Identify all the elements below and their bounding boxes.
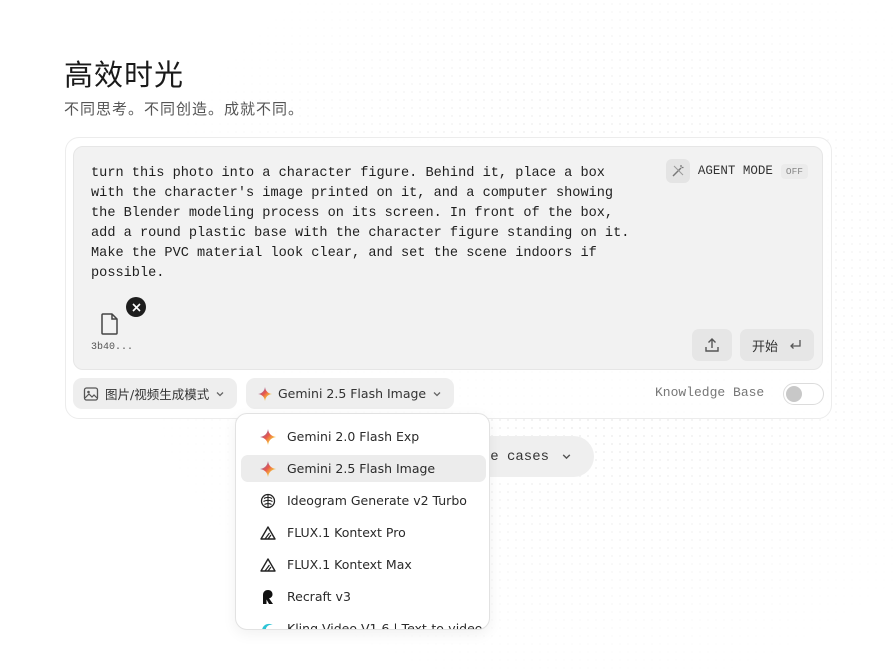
ideogram-icon bbox=[260, 493, 276, 508]
prompt-editor[interactable]: turn this photo into a character figure.… bbox=[73, 146, 823, 370]
model-option-kling-video-v1-6[interactable]: Kling Video V1.6 | Text-to-video bbox=[241, 615, 486, 630]
gemini-icon bbox=[260, 428, 276, 445]
model-option-gemini-2-5-flash-image[interactable]: Gemini 2.5 Flash Image bbox=[241, 455, 486, 482]
flux-icon bbox=[260, 557, 276, 572]
model-option-flux-1-kontext-pro[interactable]: FLUX.1 Kontext Pro bbox=[241, 519, 486, 546]
model-select-label: Gemini 2.5 Flash Image bbox=[278, 386, 427, 401]
start-label: 开始 bbox=[751, 339, 778, 355]
agent-mode-state: OFF bbox=[780, 163, 808, 179]
magic-wand-icon bbox=[665, 159, 690, 183]
page-title: 高效时光 bbox=[64, 58, 185, 92]
prompt-text[interactable]: turn this photo into a character figure.… bbox=[91, 164, 651, 284]
kling-icon bbox=[262, 623, 273, 629]
use-cases-label: e cases bbox=[490, 448, 549, 465]
model-option-flux-1-kontext-max[interactable]: FLUX.1 Kontext Max bbox=[241, 551, 486, 578]
chevron-down-icon bbox=[216, 391, 224, 396]
model-option-label: FLUX.1 Kontext Max bbox=[287, 557, 412, 572]
generation-mode-select[interactable]: 图片/视频生成模式 bbox=[73, 378, 238, 409]
knowledge-base-label: Knowledge Base bbox=[655, 385, 765, 400]
enter-icon bbox=[790, 340, 801, 349]
knowledge-base-toggle[interactable] bbox=[783, 383, 824, 405]
model-option-label: FLUX.1 Kontext Pro bbox=[287, 525, 406, 540]
model-option-label: Gemini 2.0 Flash Exp bbox=[287, 429, 420, 444]
page-subtitle: 不同思考。不同创造。成就不同。 bbox=[64, 100, 305, 118]
agent-mode-label: AGENT MODE bbox=[697, 164, 773, 178]
flux-icon bbox=[260, 525, 276, 540]
upload-button[interactable] bbox=[692, 329, 732, 361]
model-dropdown-menu: Gemini 2.0 Flash Exp Gemini 2.5 Flash Im… bbox=[235, 413, 490, 630]
model-option-label: Recraft v3 bbox=[287, 589, 351, 604]
model-option-label: Kling Video V1.6 | Text-to-video bbox=[287, 621, 483, 630]
model-option-label: Ideogram Generate v2 Turbo bbox=[287, 493, 467, 508]
image-icon bbox=[83, 386, 99, 401]
gemini-icon bbox=[258, 386, 272, 401]
attachment-chip[interactable]: 3b40... bbox=[91, 312, 134, 353]
toggle-knob bbox=[786, 386, 802, 402]
start-button[interactable]: 开始 bbox=[740, 329, 814, 361]
remove-attachment-close-icon[interactable] bbox=[126, 297, 146, 317]
attachment-name: 3b40... bbox=[91, 342, 134, 353]
model-option-label: Gemini 2.5 Flash Image bbox=[287, 461, 436, 476]
generation-mode-label: 图片/视频生成模式 bbox=[105, 387, 210, 402]
agent-mode-toggle[interactable]: AGENT MODE OFF bbox=[665, 159, 808, 183]
upload-icon bbox=[705, 338, 719, 352]
model-option-ideogram-generate-v2-turbo[interactable]: Ideogram Generate v2 Turbo bbox=[241, 487, 486, 514]
model-option-gemini-2-0-flash-exp[interactable]: Gemini 2.0 Flash Exp bbox=[241, 423, 486, 450]
chevron-down-icon bbox=[433, 391, 441, 396]
model-select[interactable]: Gemini 2.5 Flash Image bbox=[246, 378, 455, 409]
recraft-icon bbox=[263, 589, 273, 604]
gemini-icon bbox=[260, 460, 276, 477]
model-option-recraft-v3[interactable]: Recraft v3 bbox=[241, 583, 486, 610]
file-icon bbox=[101, 313, 118, 335]
chevron-down-icon bbox=[562, 454, 571, 460]
